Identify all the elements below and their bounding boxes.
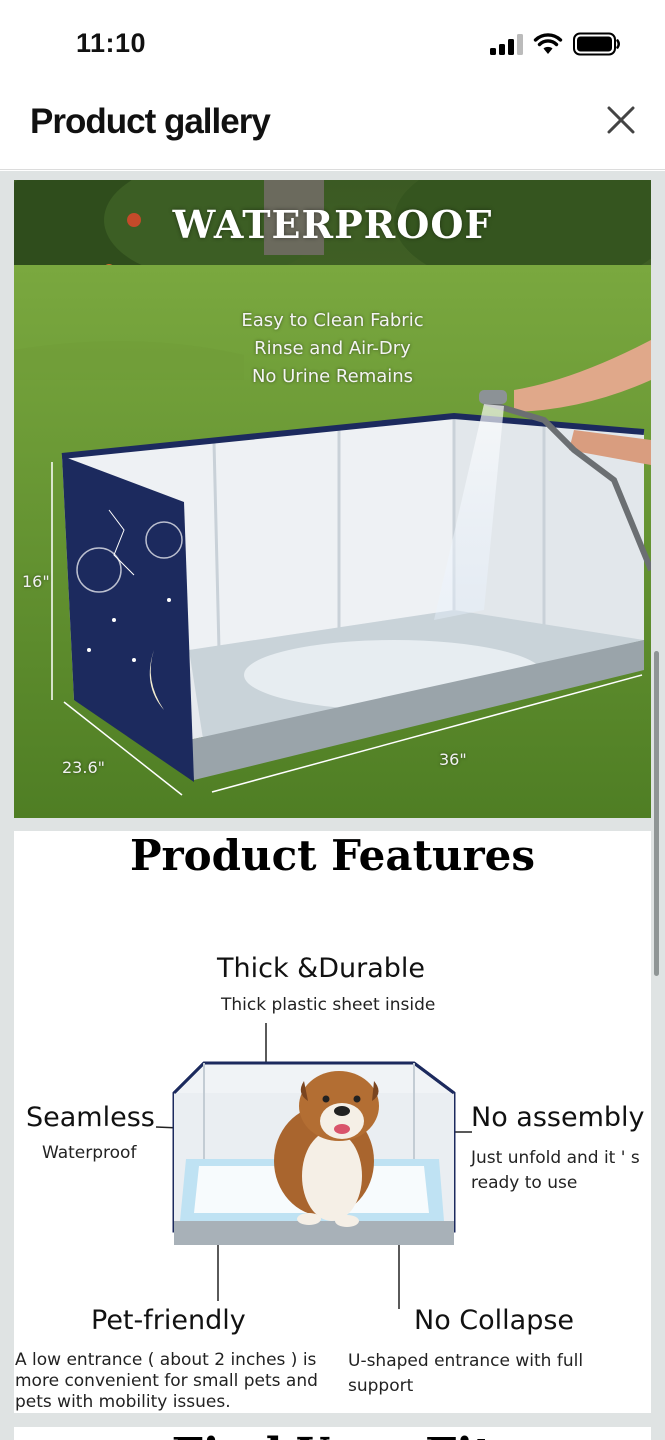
feature-noassembly-heading: No assembly xyxy=(471,1102,645,1133)
feature-petfriendly-line-3: pets with mobility issues. xyxy=(15,1392,231,1412)
feature-petfriendly-heading: Pet-friendly xyxy=(91,1305,246,1336)
feature-petfriendly-line-2: more convenient for small pets and xyxy=(15,1371,318,1391)
dimension-width: 23.6" xyxy=(62,758,105,777)
feature-line-3: No Urine Remains xyxy=(251,366,414,387)
header: Product gallery xyxy=(0,88,665,170)
close-button[interactable] xyxy=(605,104,637,136)
status-bar: 11:10 xyxy=(0,0,665,88)
gallery-image-fit[interactable]: Find Your Fit xyxy=(14,1427,651,1440)
waterproof-photo xyxy=(14,180,651,818)
status-icons xyxy=(489,31,621,57)
fit-title: Find Your Fit xyxy=(14,1429,651,1440)
close-icon xyxy=(607,106,635,134)
signal-icon xyxy=(490,34,523,55)
scrollbar[interactable] xyxy=(654,651,659,976)
feature-nocollapse-heading: No Collapse xyxy=(414,1305,575,1336)
gallery-image-waterproof[interactable]: WATERPROOF Easy to Clean Fabric Rinse an… xyxy=(14,180,651,818)
gallery-image-features[interactable]: Product Features Thick &Durable Thick pl… xyxy=(14,831,651,1413)
feature-petfriendly-line-1: A low entrance ( about 2 inches ) is xyxy=(15,1350,317,1370)
feature-line-1: Easy to Clean Fabric xyxy=(241,310,424,331)
status-time: 11:10 xyxy=(76,28,147,58)
waterproof-title: WATERPROOF xyxy=(172,202,493,247)
page-title: Product gallery xyxy=(30,102,271,141)
feature-thick-heading: Thick &Durable xyxy=(217,953,426,984)
feature-seamless-heading: Seamless xyxy=(26,1102,155,1133)
feature-thick-sub: Thick plastic sheet inside xyxy=(221,995,436,1015)
dimension-length: 36" xyxy=(439,750,467,769)
battery-icon xyxy=(573,32,620,56)
gallery-scroll[interactable]: WATERPROOF Easy to Clean Fabric Rinse an… xyxy=(0,171,665,1440)
feature-nocollapse-sub: U-shaped entrance with full support xyxy=(348,1351,584,1396)
feature-line-2: Rinse and Air-Dry xyxy=(254,338,411,359)
dimension-height: 16" xyxy=(22,572,50,591)
feature-noassembly-sub-1: Just unfold and it ' s xyxy=(471,1148,640,1168)
wifi-icon xyxy=(533,33,563,54)
feature-seamless-sub: Waterproof xyxy=(42,1143,137,1163)
feature-noassembly-sub-2: ready to use xyxy=(471,1173,578,1193)
